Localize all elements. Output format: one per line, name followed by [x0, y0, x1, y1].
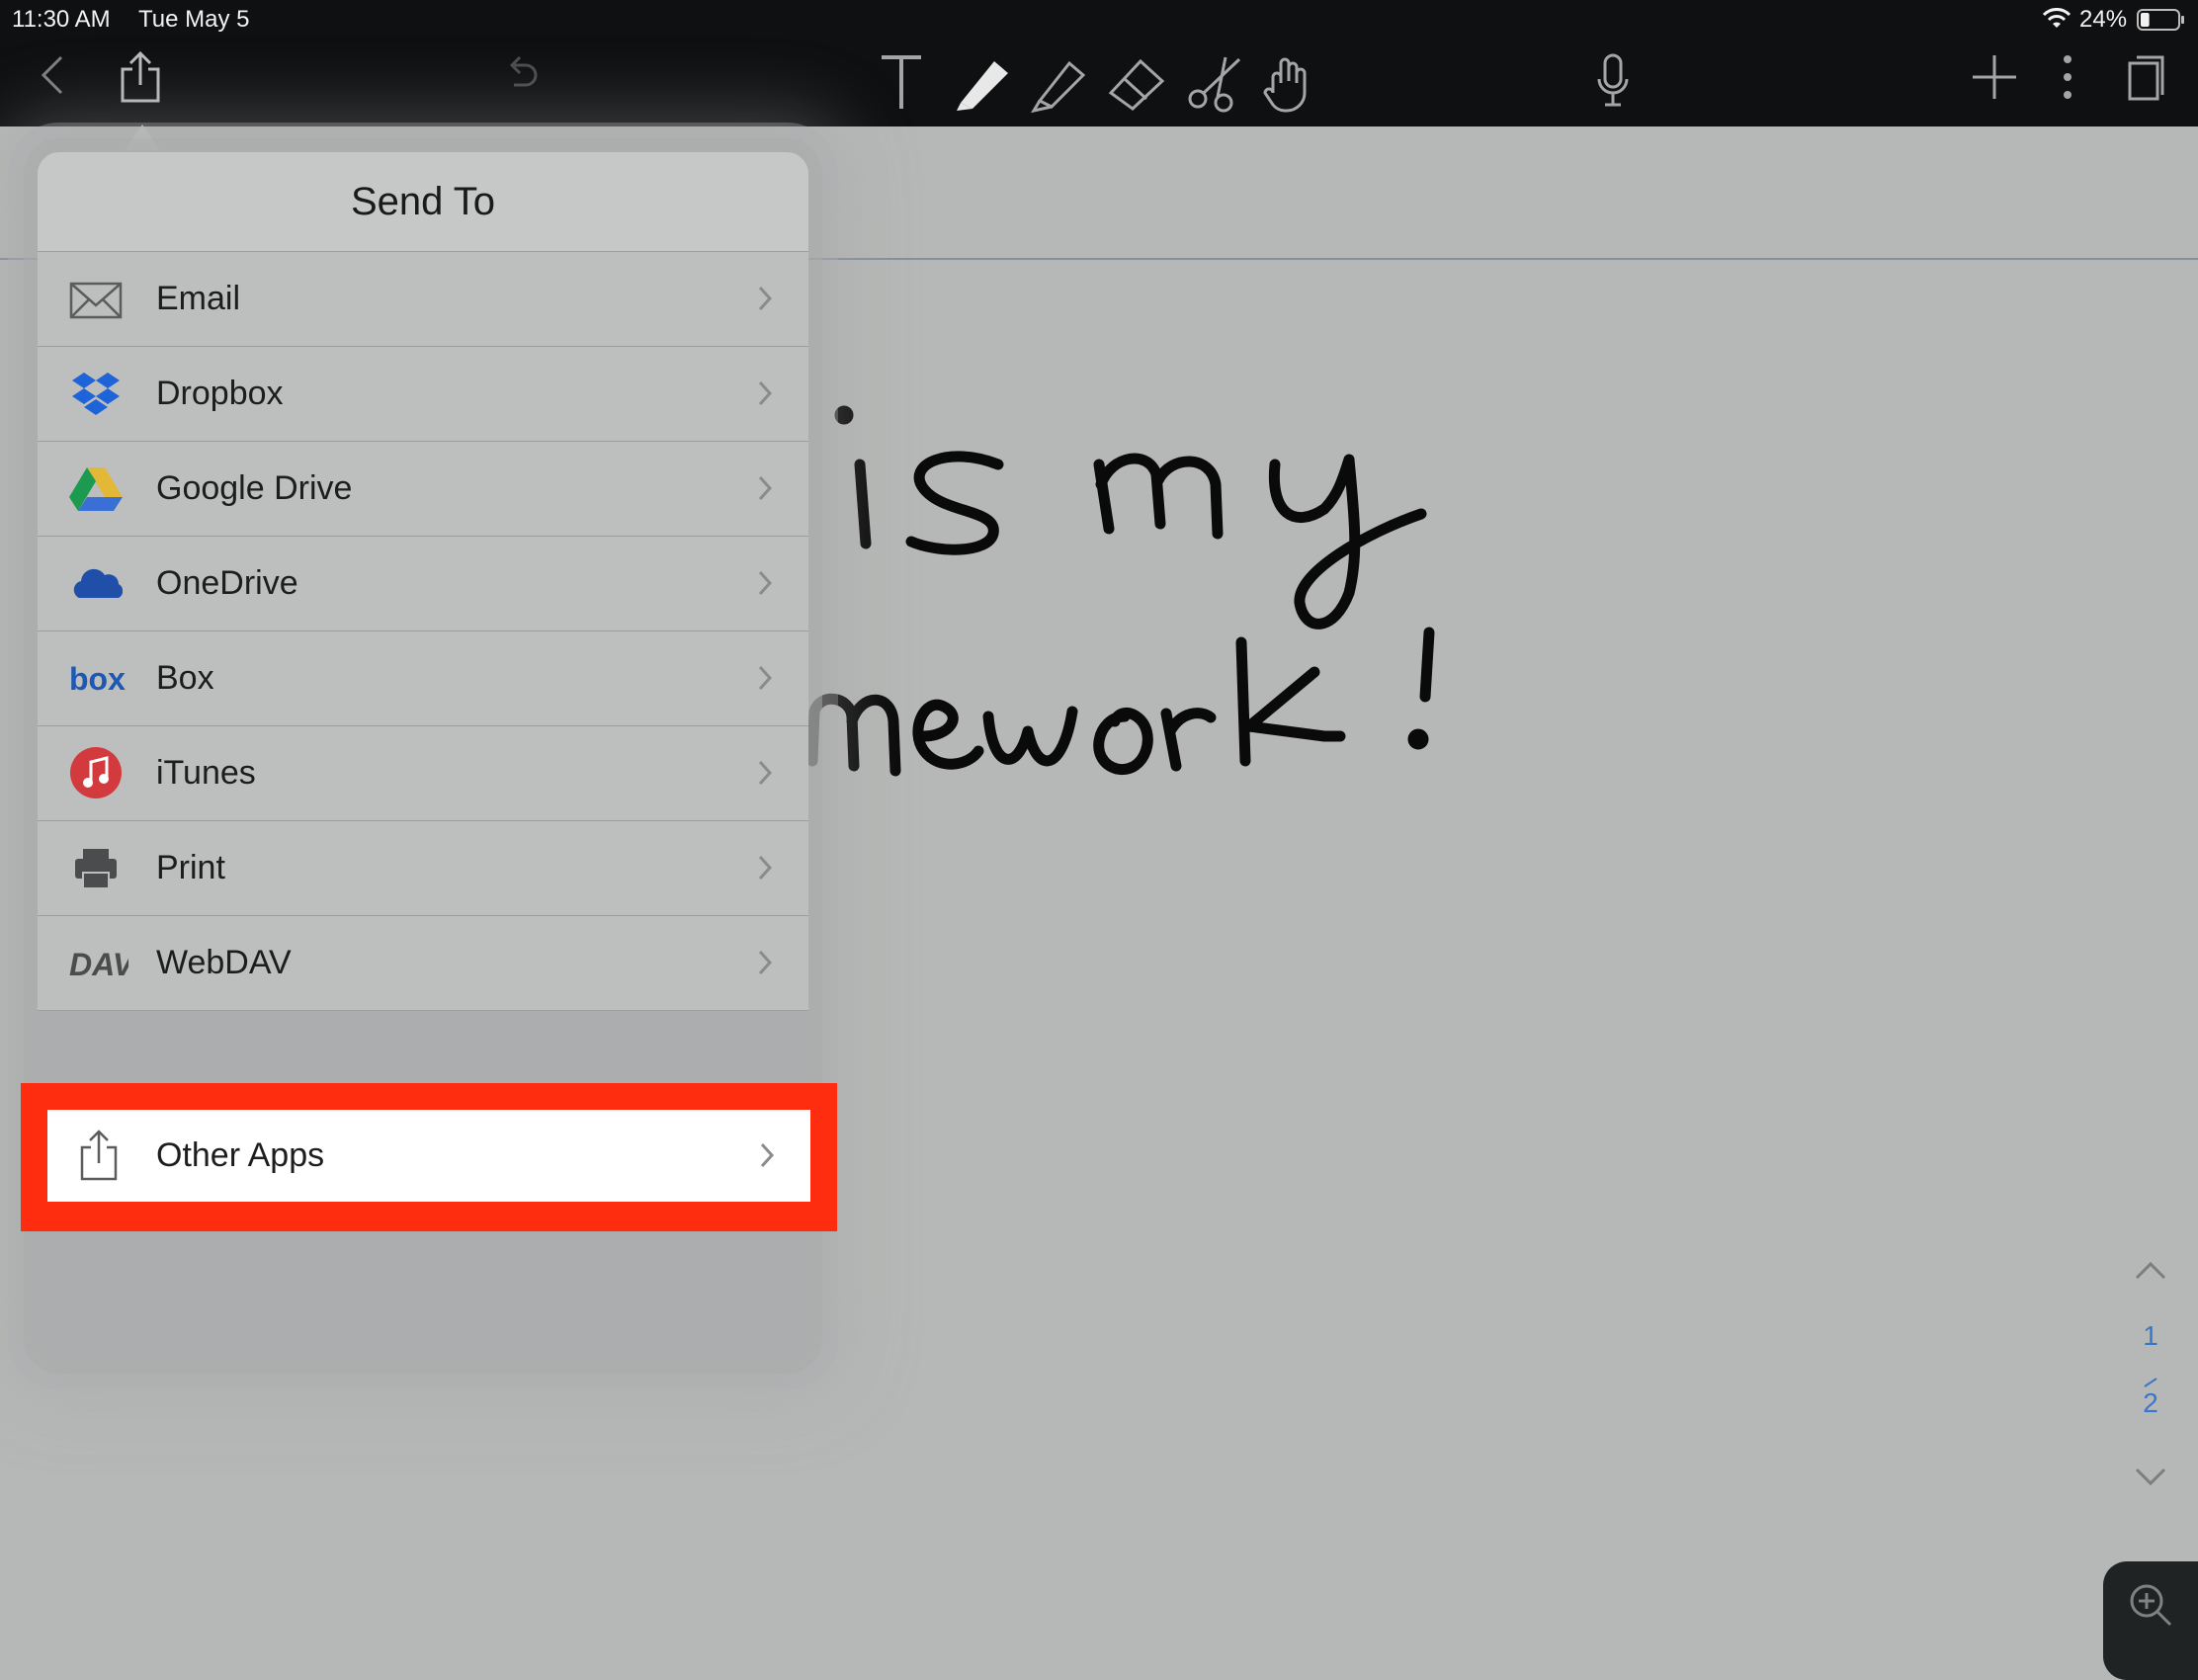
- add-icon[interactable]: [1971, 53, 2018, 106]
- battery-icon: [2137, 9, 2186, 38]
- share-icon[interactable]: [119, 49, 162, 110]
- undo-icon[interactable]: [500, 53, 540, 102]
- page-navigator: 1 2: [2125, 1255, 2176, 1492]
- row-label: iTunes: [156, 754, 256, 792]
- page-total: 2: [2143, 1387, 2158, 1418]
- popover-arrow: [125, 125, 160, 150]
- row-label: WebDAV: [156, 944, 292, 981]
- popover-title: Send To: [38, 152, 808, 252]
- zoom-button[interactable]: [2103, 1561, 2198, 1680]
- pages-icon[interactable]: [2127, 53, 2166, 108]
- print-icon: [69, 845, 123, 892]
- send-to-box[interactable]: box Box: [38, 631, 808, 726]
- row-label: Dropbox: [156, 375, 284, 412]
- top-toolbar: 11:30 AM Tue May 5 24%: [0, 0, 2198, 126]
- row-label: Google Drive: [156, 469, 353, 507]
- box-icon: box: [69, 655, 126, 703]
- box-logo-text: box: [69, 661, 126, 697]
- chevron-right-icon: [757, 949, 773, 981]
- more-icon[interactable]: [2062, 53, 2073, 106]
- send-to-other-apps[interactable]: Other Apps: [47, 1110, 810, 1202]
- chevron-right-icon: [759, 1141, 775, 1174]
- zoom-in-icon: [2127, 1581, 2174, 1634]
- itunes-icon: [69, 747, 123, 798]
- status-time: 11:30 AM: [12, 6, 111, 33]
- send-to-webdav[interactable]: DAV WebDAV: [38, 916, 808, 1011]
- chevron-right-icon: [757, 664, 773, 697]
- row-label: Box: [156, 659, 214, 697]
- send-to-print[interactable]: Print: [38, 821, 808, 916]
- text-tool-icon[interactable]: [878, 53, 925, 118]
- chevron-right-icon: [757, 759, 773, 792]
- battery-percent: 24%: [2079, 6, 2128, 33]
- send-to-onedrive[interactable]: OneDrive: [38, 537, 808, 631]
- pen-icon[interactable]: [951, 53, 1014, 118]
- page-up-icon[interactable]: [2131, 1259, 2170, 1291]
- row-label: Other Apps: [156, 1136, 325, 1174]
- dropbox-icon: [69, 371, 123, 418]
- webdav-logo-text: DAV: [69, 947, 128, 982]
- eraser-icon[interactable]: [1105, 53, 1168, 118]
- send-to-dropbox[interactable]: Dropbox: [38, 347, 808, 442]
- webdav-icon: DAV: [69, 940, 136, 987]
- back-icon[interactable]: [40, 53, 65, 102]
- hand-icon[interactable]: [1261, 53, 1316, 120]
- highlighter-icon[interactable]: [1028, 53, 1091, 118]
- scissors-icon[interactable]: [1184, 53, 1247, 118]
- send-to-itunes[interactable]: iTunes: [38, 726, 808, 821]
- page-down-icon[interactable]: [2131, 1463, 2170, 1494]
- email-icon: [69, 276, 123, 323]
- status-bar: 11:30 AM Tue May 5 24%: [0, 0, 2198, 38]
- google-drive-icon: [69, 465, 123, 513]
- row-label: Email: [156, 280, 241, 317]
- row-label: OneDrive: [156, 564, 298, 602]
- row-label: Print: [156, 849, 225, 886]
- chevron-right-icon: [757, 474, 773, 507]
- page-current: 1: [2143, 1320, 2158, 1351]
- share-icon: [79, 1128, 119, 1188]
- chevron-right-icon: [757, 569, 773, 602]
- onedrive-icon: [69, 560, 124, 608]
- chevron-right-icon: [757, 854, 773, 886]
- send-to-google-drive[interactable]: Google Drive: [38, 442, 808, 537]
- wifi-icon: [2042, 8, 2071, 37]
- chevron-right-icon: [757, 379, 773, 412]
- microphone-icon[interactable]: [1595, 53, 1631, 114]
- send-to-email[interactable]: Email: [38, 252, 808, 347]
- chevron-right-icon: [757, 285, 773, 317]
- status-date: Tue May 5: [138, 6, 250, 33]
